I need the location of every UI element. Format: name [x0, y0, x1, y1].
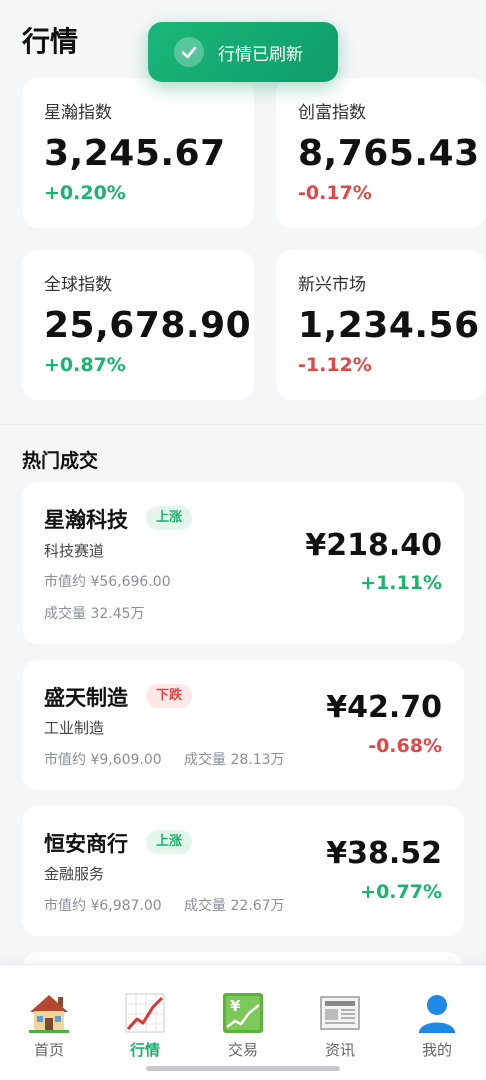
index-card-xinghan[interactable]: 星瀚指数 3,245.67 +0.20%: [22, 78, 254, 228]
chart-trend-icon: [125, 993, 165, 1033]
status-badge: 下跌: [146, 684, 193, 708]
status-badge: 上涨: [146, 830, 193, 854]
index-name: 星瀚指数: [44, 103, 112, 123]
tab-label: 资讯: [324, 1041, 355, 1059]
stock-name: 星瀚科技: [44, 508, 128, 532]
check-icon: [174, 37, 204, 67]
index-value: 25,678.90: [44, 305, 252, 346]
stock-market-cap: 市值约 ¥6,987.00: [44, 898, 162, 914]
newspaper-icon: [320, 996, 360, 1030]
index-name: 新兴市场: [298, 275, 366, 295]
section-title: 热门成交: [22, 450, 99, 472]
page-title: 行情: [22, 25, 79, 58]
stock-market-cap: 市值约 ¥9,609.00: [44, 752, 162, 768]
stock-name: 盛天制造: [44, 686, 128, 710]
index-change: -0.17%: [298, 182, 372, 204]
stock-volume: 成交量 32.45万: [44, 606, 145, 622]
tab-label: 首页: [33, 1041, 64, 1059]
stock-volume: 成交量 28.13万: [184, 752, 285, 768]
index-card-chuangfu[interactable]: 创富指数 8,765.43 -0.17%: [276, 78, 486, 228]
tab-label: 行情: [129, 1041, 160, 1059]
toast-text: 行情已刷新: [218, 44, 303, 65]
refresh-toast: 行情已刷新: [148, 22, 338, 82]
stock-change: +1.11%: [360, 572, 442, 594]
tab-label: 我的: [421, 1041, 452, 1059]
tab-label: 交易: [227, 1041, 258, 1059]
index-change: -1.12%: [298, 354, 372, 376]
index-value: 1,234.56: [298, 305, 480, 346]
stock-sector: 金融服务: [44, 865, 105, 883]
index-card-global[interactable]: 全球指数 25,678.90 +0.87%: [22, 250, 254, 400]
stock-sector: 工业制造: [44, 719, 105, 737]
tab-news[interactable]: 资讯: [300, 991, 380, 1060]
svg-text:¥: ¥: [230, 997, 241, 1015]
index-change: +0.20%: [44, 182, 126, 204]
index-change: +0.87%: [44, 354, 126, 376]
index-card-emerging[interactable]: 新兴市场 1,234.56 -1.12%: [276, 250, 486, 400]
stock-card[interactable]: 恒安商行 上涨 金融服务 市值约 ¥6,987.00 成交量 22.67万 ¥3…: [22, 806, 464, 936]
stock-price: ¥38.52: [326, 836, 442, 871]
index-name: 创富指数: [298, 103, 366, 123]
stock-card[interactable]: 星瀚科技 上涨 科技赛道 市值约 ¥56,696.00 成交量 32.45万 ¥…: [22, 482, 464, 644]
index-name: 全球指数: [44, 275, 112, 295]
yen-chart-icon: ¥: [223, 993, 263, 1033]
stock-name: 恒安商行: [44, 832, 128, 856]
stock-price: ¥42.70: [326, 690, 442, 725]
stock-price: ¥218.40: [305, 528, 442, 563]
home-indicator: [146, 1066, 340, 1071]
stock-change: +0.77%: [360, 881, 442, 903]
stock-change: -0.68%: [368, 735, 442, 757]
tab-profile[interactable]: 我的: [397, 991, 477, 1060]
stock-volume: 成交量 22.67万: [184, 898, 285, 914]
stock-market-cap: 市值约 ¥56,696.00: [44, 574, 171, 590]
tab-trade[interactable]: ¥ 交易: [203, 991, 283, 1060]
tab-home[interactable]: 首页: [9, 991, 89, 1060]
house-icon: [29, 995, 69, 1033]
stock-card[interactable]: 盛天制造 下跌 工业制造 市值约 ¥9,609.00 成交量 28.13万 ¥4…: [22, 660, 464, 790]
status-badge: 上涨: [146, 506, 193, 530]
user-icon: [419, 995, 455, 1033]
index-value: 8,765.43: [298, 133, 480, 174]
bottom-tab-bar: 首页 行情 ¥ 交易 资讯 我的: [0, 964, 486, 1080]
stock-sector: 科技赛道: [44, 542, 105, 560]
index-value: 3,245.67: [44, 133, 226, 174]
tab-market[interactable]: 行情: [105, 991, 185, 1060]
section-divider: [0, 424, 486, 425]
